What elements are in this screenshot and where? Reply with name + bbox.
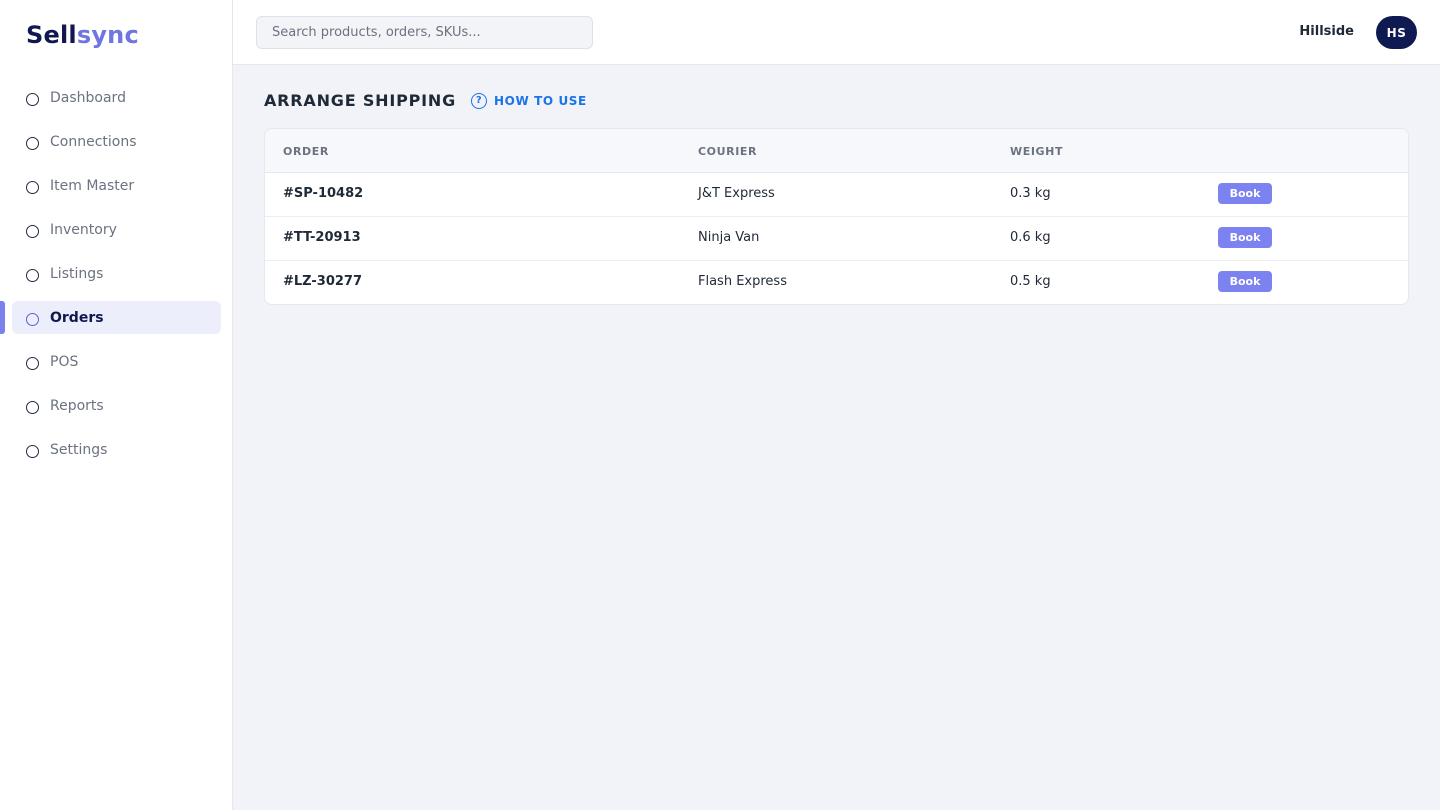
courier-name: Flash Express: [698, 274, 787, 289]
question-circle-icon: ?: [471, 92, 488, 109]
top-bar: Hillside HS: [233, 0, 1440, 65]
column-header-order: ORDER: [283, 145, 329, 158]
avatar[interactable]: HS: [1376, 16, 1417, 49]
circle-icon: [26, 92, 39, 106]
sidebar-item-orders[interactable]: Orders: [0, 296, 233, 340]
sidebar-item-settings[interactable]: Settings: [0, 428, 233, 472]
book-button[interactable]: Book: [1218, 183, 1272, 204]
sidebar-item-inventory[interactable]: Inventory: [0, 208, 233, 252]
how-to-use-link[interactable]: ? HOW TO USE: [471, 92, 587, 109]
column-header-courier: COURIER: [698, 145, 758, 158]
page-title: ARRANGE SHIPPING: [264, 91, 457, 110]
book-button[interactable]: Book: [1218, 227, 1272, 248]
circle-icon: [26, 180, 39, 194]
main-content: ARRANGE SHIPPING ? HOW TO USE ORDER COUR…: [233, 65, 1440, 810]
user-name[interactable]: Hillside: [1299, 24, 1354, 39]
sidebar-item-dashboard[interactable]: Dashboard: [0, 76, 233, 120]
sidebar-item-label: Inventory: [50, 222, 117, 238]
circle-icon: [26, 444, 39, 458]
sidebar-item-label: Item Master: [50, 178, 135, 194]
weight-value: 0.3 kg: [1010, 186, 1051, 201]
sidebar: Sellsync Dashboard Connections Item Mast…: [0, 0, 233, 810]
circle-icon: [26, 268, 39, 282]
sidebar-item-label: Settings: [50, 442, 108, 458]
table-row: #SP-10482 J&T Express 0.3 kg Book: [265, 173, 1408, 217]
logo-text-primary: Sell: [26, 21, 77, 49]
order-id: #LZ-30277: [283, 274, 362, 289]
sidebar-item-label: POS: [50, 354, 79, 370]
how-to-use-label: HOW TO USE: [494, 93, 587, 108]
sidebar-item-reports[interactable]: Reports: [0, 384, 233, 428]
page-heading: ARRANGE SHIPPING ? HOW TO USE: [264, 91, 587, 110]
sidebar-item-connections[interactable]: Connections: [0, 120, 233, 164]
circle-icon: [26, 356, 39, 370]
search-input[interactable]: [256, 16, 593, 49]
table-row: #TT-20913 Ninja Van 0.6 kg Book: [265, 217, 1408, 261]
sidebar-item-label: Connections: [50, 134, 137, 150]
circle-icon: [26, 312, 39, 326]
weight-value: 0.6 kg: [1010, 230, 1051, 245]
circle-icon: [26, 136, 39, 150]
table-header: ORDER COURIER WEIGHT: [265, 129, 1408, 173]
book-button[interactable]: Book: [1218, 271, 1272, 292]
weight-value: 0.5 kg: [1010, 274, 1051, 289]
sidebar-item-item-master[interactable]: Item Master: [0, 164, 233, 208]
logo-text-accent: sync: [76, 21, 139, 49]
order-id: #TT-20913: [283, 230, 361, 245]
sidebar-item-pos[interactable]: POS: [0, 340, 233, 384]
sidebar-item-label: Orders: [50, 310, 104, 326]
sidebar-item-listings[interactable]: Listings: [0, 252, 233, 296]
app-logo[interactable]: Sellsync: [26, 21, 139, 49]
sidebar-item-label: Dashboard: [50, 90, 126, 106]
order-id: #SP-10482: [283, 186, 364, 201]
courier-name: Ninja Van: [698, 230, 760, 245]
courier-name: J&T Express: [698, 186, 775, 201]
table-row: #LZ-30277 Flash Express 0.5 kg Book: [265, 261, 1408, 304]
sidebar-nav: Dashboard Connections Item Master Invent…: [0, 76, 233, 472]
shipping-table: ORDER COURIER WEIGHT #SP-10482 J&T Expre…: [264, 128, 1409, 305]
sidebar-item-label: Listings: [50, 266, 104, 282]
column-header-weight: WEIGHT: [1010, 145, 1064, 158]
sidebar-item-label: Reports: [50, 398, 104, 414]
circle-icon: [26, 400, 39, 414]
circle-icon: [26, 224, 39, 238]
active-highlight: [12, 301, 221, 334]
active-indicator: [0, 301, 5, 334]
